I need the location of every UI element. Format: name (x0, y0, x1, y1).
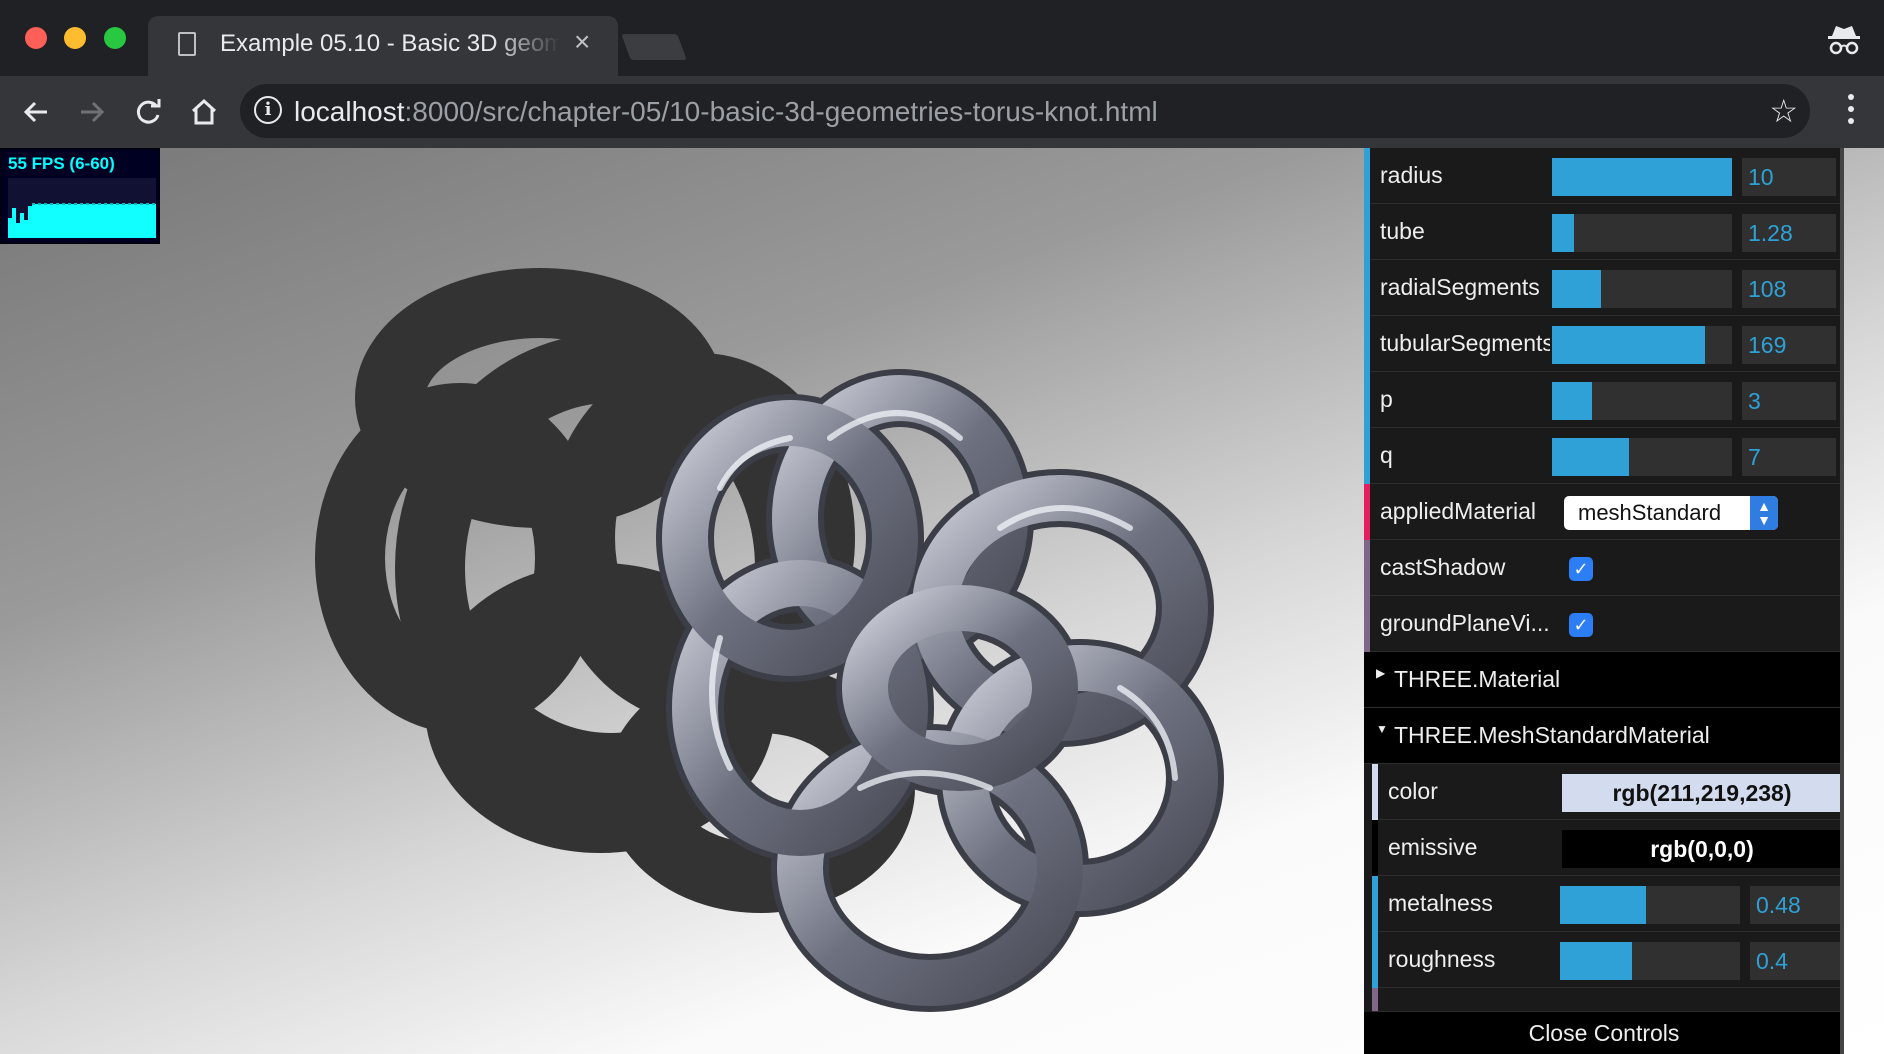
param-label: p (1380, 386, 1393, 412)
param-input[interactable]: 3 (1742, 382, 1836, 420)
roughness-slider-fill (1560, 942, 1632, 980)
arrow-left-icon (23, 101, 47, 123)
roughness-input[interactable]: 0.4 (1750, 942, 1844, 980)
roughness-row: roughness 0.4 (1372, 932, 1844, 988)
metalness-slider-fill (1560, 886, 1647, 924)
bookmark-star-icon[interactable]: ☆ (1769, 92, 1798, 130)
browser-tab[interactable]: Example 05.10 - Basic 3D geometries - To… (148, 16, 618, 76)
url-host: localhost (294, 96, 405, 127)
applied-material-select[interactable]: meshStandard ▲ ▼ (1564, 496, 1778, 530)
ground-plane-row: groundPlaneVi... ✓ (1364, 596, 1844, 652)
param-input[interactable]: 1.28 (1742, 214, 1836, 252)
tab-close-button[interactable]: × (574, 26, 590, 58)
applied-material-value: meshStandard (1578, 500, 1722, 525)
browser-menu-button[interactable] (1846, 90, 1856, 134)
fps-meter[interactable]: 55 FPS (6-60) (0, 148, 160, 244)
param-slider-fill (1552, 270, 1601, 308)
roughness-slider[interactable] (1560, 942, 1740, 980)
param-label: radius (1380, 162, 1443, 188)
emissive-label: emissive (1388, 834, 1478, 860)
metalness-slider[interactable] (1560, 886, 1740, 924)
ground-plane-label: groundPlaneVi... (1380, 610, 1550, 636)
param-input[interactable]: 10 (1742, 158, 1836, 196)
triangle-right-icon: ▶ (1376, 666, 1386, 680)
param-row-tube: tube 1.28 (1364, 204, 1844, 260)
controls-scrollbar[interactable] (1840, 148, 1844, 1054)
roughness-label: roughness (1388, 946, 1496, 972)
address-bar[interactable]: i localhost:8000/src/chapter-05/10-basic… (240, 84, 1810, 138)
param-label: tubularSegments (1380, 330, 1550, 356)
home-icon (191, 98, 217, 125)
forward-button[interactable] (68, 88, 116, 136)
param-row-radialSegments: radialSegments 108 (1364, 260, 1844, 316)
param-slider[interactable] (1552, 438, 1732, 476)
url-path: :8000/src/chapter-05/10-basic-3d-geometr… (404, 96, 1158, 127)
incognito-icon (1828, 26, 1860, 55)
param-input[interactable]: 7 (1742, 438, 1836, 476)
home-button[interactable] (180, 88, 228, 136)
reload-button[interactable] (124, 88, 172, 136)
webgl-viewport[interactable]: 55 FPS (6-60) radius 10 tube 1.28 radialSegm… (0, 148, 1884, 1054)
minimize-window-button[interactable] (64, 27, 86, 49)
param-slider-fill (1552, 214, 1574, 252)
wireframe-row-partial (1372, 988, 1844, 1012)
cast-shadow-row: castShadow ✓ (1364, 540, 1844, 596)
param-slider[interactable] (1552, 214, 1732, 252)
color-swatch[interactable]: rgb(211,219,238) (1562, 774, 1842, 812)
emissive-row: emissive rgb(0,0,0) (1372, 820, 1844, 876)
color-row: color rgb(211,219,238) (1372, 764, 1844, 820)
param-slider-fill (1552, 326, 1705, 364)
url-text[interactable]: localhost:8000/src/chapter-05/10-basic-3… (294, 96, 1158, 128)
folder-mesh-standard-label: THREE.MeshStandardMaterial (1394, 722, 1710, 748)
new-tab-button[interactable] (621, 34, 687, 60)
ground-plane-checkbox[interactable]: ✓ (1569, 613, 1593, 637)
info-icon[interactable]: i (254, 96, 282, 124)
browser-toolbar: i localhost:8000/src/chapter-05/10-basic… (0, 76, 1884, 148)
param-slider[interactable] (1552, 270, 1732, 308)
param-row-q: q7 (1364, 428, 1844, 484)
close-window-button[interactable] (25, 27, 47, 49)
param-label: tube (1380, 218, 1425, 244)
param-slider-fill (1552, 382, 1592, 420)
param-slider[interactable] (1552, 382, 1732, 420)
torus-knot-scene[interactable] (0, 148, 1364, 1054)
tab-title: Example 05.10 - Basic 3D geometries - To… (220, 30, 560, 57)
param-slider[interactable] (1552, 158, 1732, 196)
maximize-window-button[interactable] (104, 27, 126, 49)
applied-material-row: appliedMaterial meshStandard ▲ ▼ (1364, 484, 1844, 540)
applied-material-label: appliedMaterial (1380, 498, 1536, 524)
cast-shadow-label: castShadow (1380, 554, 1506, 580)
title-bar: Example 05.10 - Basic 3D geometries - To… (0, 0, 1884, 76)
param-input[interactable]: 108 (1742, 270, 1836, 308)
triangle-down-icon: ▼ (1376, 722, 1388, 736)
color-label: color (1388, 778, 1438, 804)
param-row-radius: radius 10 (1364, 148, 1844, 204)
param-slider[interactable] (1552, 326, 1732, 364)
reload-icon (136, 99, 161, 124)
metalness-row: metalness 0.48 (1372, 876, 1844, 932)
close-controls-button[interactable]: Close Controls (1364, 1012, 1844, 1054)
param-slider-fill (1552, 438, 1630, 476)
arrow-right-icon (81, 101, 105, 123)
folder-three-material[interactable]: ▶ THREE.Material (1364, 652, 1844, 708)
back-button[interactable] (12, 88, 60, 136)
cast-shadow-checkbox[interactable]: ✓ (1569, 557, 1593, 581)
folder-three-material-label: THREE.Material (1394, 666, 1561, 692)
document-icon (178, 32, 196, 56)
param-slider-fill (1552, 158, 1732, 196)
metalness-input[interactable]: 0.48 (1750, 886, 1844, 924)
select-arrows-icon: ▲ ▼ (1750, 496, 1778, 530)
param-row-tubularSegments: tubularSegments 169 (1364, 316, 1844, 372)
param-row-p: p3 (1364, 372, 1844, 428)
fps-label: 55 FPS (6-60) (8, 154, 115, 173)
param-input[interactable]: 169 (1742, 326, 1836, 364)
controls-panel: radius 10 tube 1.28 radialSegments 108 tubular… (1364, 148, 1844, 1054)
folder-mesh-standard-material[interactable]: ▼ THREE.MeshStandardMaterial (1364, 708, 1844, 764)
param-label: radialSegments (1380, 274, 1540, 300)
fps-graph (8, 178, 156, 238)
param-label: q (1380, 442, 1393, 468)
metalness-label: metalness (1388, 890, 1493, 916)
emissive-swatch[interactable]: rgb(0,0,0) (1562, 830, 1842, 868)
